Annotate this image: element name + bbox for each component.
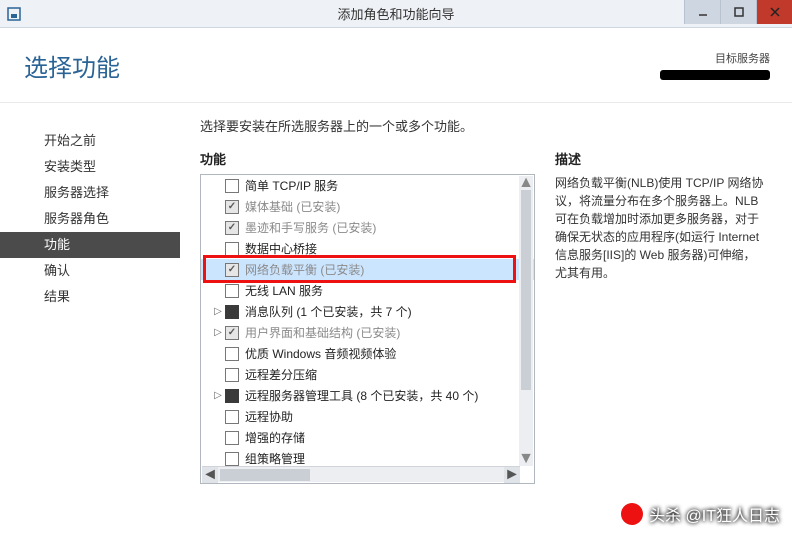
feature-label: 远程差分压缩 xyxy=(245,366,317,383)
instruction-text: 选择要安装在所选服务器上的一个或多个功能。 xyxy=(200,116,782,135)
feature-label: 简单 TCP/IP 服务 xyxy=(245,177,338,194)
feature-checkbox[interactable] xyxy=(225,305,239,319)
watermark: 头杀 @IT狂人日志 xyxy=(621,502,780,526)
feature-label: 墨迹和手写服务 (已安装) xyxy=(245,219,376,236)
feature-row[interactable]: 简单 TCP/IP 服务 xyxy=(201,175,534,196)
destination-value-redacted xyxy=(660,70,770,80)
feature-row[interactable]: 数据中心桥接 xyxy=(201,238,534,259)
features-listbox[interactable]: 简单 TCP/IP 服务媒体基础 (已安装) 墨迹和手写服务 (已安装) 数据中心桥… xyxy=(200,174,535,484)
features-heading: 功能 xyxy=(200,149,535,168)
feature-checkbox xyxy=(225,263,239,277)
watermark-text: 头杀 @IT狂人日志 xyxy=(649,502,780,526)
chevron-right-icon[interactable]: ▷ xyxy=(211,306,225,317)
destination-label: 目标服务器 xyxy=(715,53,770,65)
feature-checkbox[interactable] xyxy=(225,179,239,193)
feature-checkbox[interactable] xyxy=(225,368,239,382)
nav-item-2[interactable]: 服务器选择 xyxy=(0,180,180,206)
feature-label: 媒体基础 (已安装) xyxy=(245,198,340,215)
feature-checkbox[interactable] xyxy=(225,410,239,424)
feature-row[interactable]: 远程差分压缩 xyxy=(201,364,534,385)
chevron-right-icon[interactable]: ▷ xyxy=(211,327,225,338)
feature-label: 组策略管理 xyxy=(245,450,305,467)
window-buttons xyxy=(684,0,792,24)
nav-item-0[interactable]: 开始之前 xyxy=(0,128,180,154)
nav-item-1[interactable]: 安装类型 xyxy=(0,154,180,180)
feature-label: 远程协助 xyxy=(245,408,293,425)
feature-row[interactable]: 网络负载平衡 (已安装) xyxy=(201,259,534,280)
page-header: 选择功能 目标服务器 xyxy=(0,28,792,103)
chevron-right-icon[interactable]: ▷ xyxy=(211,390,225,401)
feature-label: 优质 Windows 音频视频体验 xyxy=(245,345,396,362)
feature-checkbox[interactable] xyxy=(225,452,239,466)
scroll-down-icon[interactable]: ▼ xyxy=(519,452,533,466)
feature-row[interactable]: ▷ 远程服务器管理工具 (8 个已安装，共 40 个) xyxy=(201,385,534,406)
feature-checkbox xyxy=(225,200,239,214)
wizard-nav: 开始之前安装类型服务器选择服务器角色功能确认结果 xyxy=(0,128,180,310)
feature-label: 远程服务器管理工具 (8 个已安装，共 40 个) xyxy=(245,387,478,404)
feature-checkbox[interactable] xyxy=(225,347,239,361)
nav-item-6[interactable]: 结果 xyxy=(0,284,180,310)
feature-row[interactable]: 优质 Windows 音频视频体验 xyxy=(201,343,534,364)
vertical-scrollbar[interactable]: ▲ ▼ xyxy=(519,176,533,466)
feature-row[interactable]: 远程协助 xyxy=(201,406,534,427)
minimize-button[interactable] xyxy=(684,0,720,24)
nav-item-4[interactable]: 功能 xyxy=(0,232,180,258)
window-title: 添加角色和功能向导 xyxy=(0,4,792,23)
vscroll-thumb[interactable] xyxy=(521,190,531,390)
feature-checkbox[interactable] xyxy=(225,242,239,256)
watermark-logo-icon xyxy=(621,503,643,525)
maximize-button[interactable] xyxy=(720,0,756,24)
destination-server: 目标服务器 xyxy=(660,50,770,83)
description-text: 网络负载平衡(NLB)使用 TCP/IP 网络协议，将流量分布在多个服务器上。N… xyxy=(555,174,765,282)
feature-checkbox[interactable] xyxy=(225,431,239,445)
horizontal-scrollbar[interactable]: ◄ ► xyxy=(202,466,520,482)
nav-item-5[interactable]: 确认 xyxy=(0,258,180,284)
feature-row[interactable]: ▷ 用户界面和基础结构 (已安装) xyxy=(201,322,534,343)
feature-row[interactable]: 墨迹和手写服务 (已安装) xyxy=(201,217,534,238)
description-heading: 描述 xyxy=(555,149,765,168)
feature-label: 增强的存储 xyxy=(245,429,305,446)
page-title: 选择功能 xyxy=(24,48,120,83)
nav-item-3[interactable]: 服务器角色 xyxy=(0,206,180,232)
feature-checkbox xyxy=(225,326,239,340)
scroll-right-icon[interactable]: ► xyxy=(504,467,520,483)
hscroll-thumb[interactable] xyxy=(220,469,310,481)
feature-label: 消息队列 (1 个已安装，共 7 个) xyxy=(245,303,412,320)
feature-row[interactable]: ▷ 消息队列 (1 个已安装，共 7 个) xyxy=(201,301,534,322)
feature-row[interactable]: 无线 LAN 服务 xyxy=(201,280,534,301)
feature-checkbox[interactable] xyxy=(225,284,239,298)
feature-label: 用户界面和基础结构 (已安装) xyxy=(245,324,400,341)
feature-label: 网络负载平衡 (已安装) xyxy=(245,261,364,278)
close-button[interactable] xyxy=(756,0,792,24)
feature-label: 无线 LAN 服务 xyxy=(245,282,323,299)
feature-label: 数据中心桥接 xyxy=(245,240,317,257)
scroll-up-icon[interactable]: ▲ xyxy=(519,176,533,190)
feature-row[interactable]: 媒体基础 (已安装) xyxy=(201,196,534,217)
app-icon xyxy=(4,4,24,24)
feature-checkbox xyxy=(225,221,239,235)
feature-checkbox[interactable] xyxy=(225,389,239,403)
scroll-left-icon[interactable]: ◄ xyxy=(202,467,218,483)
feature-row[interactable]: 增强的存储 xyxy=(201,427,534,448)
titlebar: 添加角色和功能向导 xyxy=(0,0,792,28)
